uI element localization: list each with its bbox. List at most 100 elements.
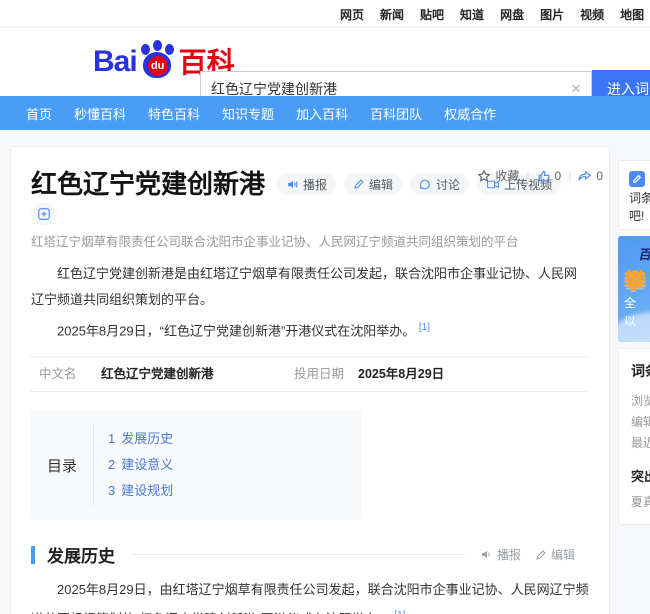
top-nav-news[interactable]: 新闻 bbox=[380, 6, 404, 23]
infobox-value: 2025年8月29日 bbox=[358, 365, 444, 383]
stats-updated: 最近更新： bbox=[631, 433, 650, 454]
nav-miaodong[interactable]: 秒懂百科 bbox=[74, 104, 126, 123]
share-icon bbox=[578, 169, 592, 183]
right-sidebar: 词条 吧! 百科 攀 全 以 词条统计 浏览次数： 编辑次数： 最近更新： 突出… bbox=[618, 160, 650, 525]
infobox-value: 红色辽宁党建创新港 bbox=[101, 365, 214, 383]
top-nav-webpage[interactable]: 网页 bbox=[340, 6, 364, 23]
section-edit-button[interactable]: 编辑 bbox=[535, 546, 575, 563]
like-button[interactable]: 0 bbox=[537, 169, 562, 183]
section-edit-label: 编辑 bbox=[551, 546, 575, 563]
star-icon bbox=[477, 169, 491, 183]
nav-cooperation[interactable]: 权威合作 bbox=[444, 104, 496, 123]
edit-button[interactable]: 编辑 bbox=[344, 173, 402, 195]
banner-headline: 攀 bbox=[624, 264, 646, 296]
section-broadcast-button[interactable]: 播报 bbox=[480, 546, 521, 563]
divider: | bbox=[568, 169, 571, 183]
toc-label: 发展历史 bbox=[121, 431, 173, 446]
top-nav-video[interactable]: 视频 bbox=[580, 6, 604, 23]
contributors-title: 突出贡献榜 bbox=[631, 466, 650, 485]
toc-label: 建设规划 bbox=[121, 483, 173, 498]
stats-edits: 编辑次数： bbox=[631, 412, 650, 433]
toc-number: 1 bbox=[108, 431, 115, 446]
stats-views: 浏览次数： bbox=[631, 391, 650, 412]
section-history-text: 2025年8月29日，由红塔辽宁烟草有限责任公司发起，联合沈阳市企事业记协、人民… bbox=[31, 582, 589, 614]
top-utility-bar: 网页 新闻 贴吧 知道 网盘 图片 视频 地图 文库 bbox=[0, 0, 650, 28]
edit-promo-box[interactable]: 词条 吧! bbox=[618, 160, 650, 230]
top-nav-pan[interactable]: 网盘 bbox=[500, 6, 524, 23]
section-accent-bar bbox=[31, 546, 35, 564]
baidu-paw-icon: du bbox=[139, 42, 177, 80]
top-nav-maps[interactable]: 地图 bbox=[620, 6, 644, 23]
section-history-header: 发展历史 播报 编辑 bbox=[31, 542, 589, 567]
banner-line-1: 全 bbox=[624, 294, 636, 311]
baike-channel-nav: 首页 秒懂百科 特色百科 知识专题 加入百科 百科团队 权威合作 bbox=[0, 96, 650, 130]
broadcast-button[interactable]: 播报 bbox=[277, 173, 336, 195]
reference-link-1[interactable]: [1] bbox=[419, 322, 430, 333]
infobox-label: 投用日期 bbox=[294, 365, 350, 383]
share-count: 0 bbox=[596, 169, 603, 183]
section-rule bbox=[131, 554, 466, 555]
logo-bai-text: Bai bbox=[93, 44, 137, 80]
top-nav: 网页 新闻 贴吧 知道 网盘 图片 视频 地图 文库 bbox=[340, 0, 650, 28]
table-of-contents: 目录 1发展历史 2建设意义 3建设规划 bbox=[31, 410, 361, 520]
toc-label: 建设意义 bbox=[121, 457, 173, 472]
toc-item-significance[interactable]: 2 建设意义 bbox=[108, 452, 173, 478]
edit-label: 编辑 bbox=[369, 176, 393, 193]
nav-join[interactable]: 加入百科 bbox=[296, 104, 348, 123]
entry-social-bar: 收藏 | 0 | 0 bbox=[477, 167, 603, 184]
entry-paragraph-2: 2025年8月29日，“红色辽宁党建创新港”开港仪式在沈阳举办。 [1] bbox=[31, 315, 589, 344]
toc-item-history[interactable]: 1 发展历史 bbox=[108, 426, 173, 452]
banner-cloud-decoration bbox=[618, 312, 650, 342]
entry-stats-box: 词条统计 浏览次数： 编辑次数： 最近更新： 突出贡献榜 夏真 bbox=[618, 348, 650, 525]
nav-home[interactable]: 首页 bbox=[26, 104, 52, 123]
infobox-label: 中文名 bbox=[39, 365, 101, 383]
reference-link-1[interactable]: [1] bbox=[394, 610, 405, 614]
section-broadcast-label: 播报 bbox=[497, 546, 521, 563]
top-nav-zhidao[interactable]: 知道 bbox=[460, 6, 484, 23]
top-nav-images[interactable]: 图片 bbox=[540, 6, 564, 23]
favorite-label: 收藏 bbox=[495, 167, 519, 184]
edit-pencil-icon bbox=[629, 171, 645, 187]
toc-number: 2 bbox=[108, 457, 115, 472]
entry-card: 收藏 | 0 | 0 红色辽宁党建创新港 播报 编辑 讨论 上传视频 bbox=[10, 146, 610, 614]
entry-paragraph-1-text: 红色辽宁党建创新港是由红塔辽宁烟草有限责任公司发起，联合沈阳市企事业记协、人民网… bbox=[31, 266, 577, 307]
chat-bubble-icon bbox=[419, 178, 432, 191]
thumb-up-icon bbox=[537, 169, 551, 183]
entry-title-row: 红色辽宁党建创新港 播报 编辑 讨论 上传视频 bbox=[31, 147, 589, 225]
discuss-button[interactable]: 讨论 bbox=[410, 173, 469, 195]
entry-summary: 红塔辽宁烟草有限责任公司联合沈阳市企事业记协、人民网辽宁频道共同组织策划的平台 bbox=[31, 233, 589, 251]
divider: | bbox=[526, 169, 529, 183]
section-history-paragraph: 2025年8月29日，由红塔辽宁烟草有限责任公司发起，联合沈阳市企事业记协、人民… bbox=[31, 577, 589, 614]
share-button[interactable]: 0 bbox=[578, 169, 603, 183]
discuss-label: 讨论 bbox=[436, 176, 460, 193]
entry-infobox: 中文名 红色辽宁党建创新港 投用日期 2025年8月29日 bbox=[31, 356, 589, 392]
stats-title: 词条统计 bbox=[631, 361, 650, 381]
contributor-name[interactable]: 夏真 bbox=[631, 493, 650, 510]
entry-title: 红色辽宁党建创新港 bbox=[31, 165, 265, 203]
banner-brand-text: 百科 bbox=[638, 244, 650, 263]
speaker-icon bbox=[286, 178, 299, 191]
pencil-icon bbox=[535, 549, 547, 561]
add-to-collection-button[interactable] bbox=[31, 203, 57, 225]
like-count: 0 bbox=[555, 169, 562, 183]
entry-paragraph-2-text: 2025年8月29日，“红色辽宁党建创新港”开港仪式在沈阳举办。 bbox=[57, 323, 415, 338]
section-history-title: 发展历史 bbox=[47, 542, 115, 567]
entry-paragraph-1: 红色辽宁党建创新港是由红塔辽宁烟草有限责任公司发起，联合沈阳市企事业记协、人民网… bbox=[31, 261, 589, 313]
toc-item-planning[interactable]: 3 建设规划 bbox=[108, 478, 173, 504]
promo-line-2: 吧! bbox=[629, 207, 650, 225]
promo-banner[interactable]: 百科 攀 全 以 bbox=[618, 236, 650, 342]
speaker-icon bbox=[480, 548, 493, 561]
site-header: Bai du 百科 × 进入词条 bbox=[0, 28, 650, 96]
toc-number: 3 bbox=[108, 483, 115, 498]
nav-team[interactable]: 百科团队 bbox=[370, 104, 422, 123]
nav-zhishi[interactable]: 知识专题 bbox=[222, 104, 274, 123]
infobox-row-date: 投用日期 2025年8月29日 bbox=[286, 365, 444, 383]
nav-tese[interactable]: 特色百科 bbox=[148, 104, 200, 123]
plus-square-icon bbox=[37, 207, 51, 221]
top-nav-tieba[interactable]: 贴吧 bbox=[420, 6, 444, 23]
pencil-icon bbox=[353, 178, 365, 190]
infobox-row-name: 中文名 红色辽宁党建创新港 bbox=[31, 365, 286, 383]
favorite-button[interactable]: 收藏 bbox=[477, 167, 519, 184]
promo-line-1: 词条 bbox=[629, 189, 650, 207]
broadcast-label: 播报 bbox=[303, 176, 327, 193]
